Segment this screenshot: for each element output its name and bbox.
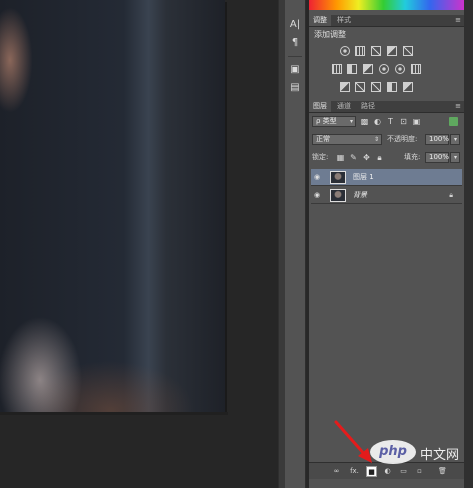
chevron-down-icon: ▾ xyxy=(453,136,457,143)
layer-name: 图层 1 xyxy=(353,173,374,181)
paragraph-panel-icon[interactable]: ¶ xyxy=(288,36,302,50)
layers-tabbar: 图层 通道 路径 ≡ xyxy=(309,101,464,113)
levels-icon[interactable] xyxy=(355,46,365,56)
shape-filter-icon[interactable]: ⊡ xyxy=(399,117,408,126)
lock-position-icon[interactable]: ✥ xyxy=(362,153,371,162)
panel-menu-icon[interactable]: ≡ xyxy=(455,16,461,25)
visibility-eye-icon[interactable]: ◉ xyxy=(314,191,323,199)
chevron-down-icon: ⇕ xyxy=(373,136,379,143)
smart-object-filter-icon[interactable]: ▣ xyxy=(412,117,421,126)
opacity-dropdown-button[interactable]: ▾ xyxy=(450,134,460,145)
chevron-down-icon: ▾ xyxy=(453,154,457,161)
link-layers-icon[interactable]: ∞ xyxy=(331,466,342,477)
color-ramp[interactable] xyxy=(309,0,464,10)
tab-layers[interactable]: 图层 xyxy=(309,101,331,112)
lock-transparency-icon[interactable]: ▦ xyxy=(336,153,345,162)
invert-icon[interactable] xyxy=(340,82,350,92)
watermark-logo: php xyxy=(370,440,416,464)
watermark: php 中文网 xyxy=(370,438,460,470)
blend-mode-select[interactable]: 正常 ⇕ xyxy=(312,134,382,145)
type-filter-icon[interactable]: T xyxy=(386,117,395,126)
right-edge-frame xyxy=(464,0,473,488)
lock-label: 锁定: xyxy=(312,153,329,161)
curves-icon[interactable] xyxy=(371,46,381,56)
blend-mode-value: 正常 xyxy=(316,135,330,143)
gradient-map-icon[interactable] xyxy=(387,82,397,92)
fx-icon[interactable]: fx. xyxy=(349,466,360,477)
tab-styles[interactable]: 样式 xyxy=(333,15,355,26)
layer-thumbnail xyxy=(330,189,346,202)
tab-adjustments[interactable]: 调整 xyxy=(309,15,331,26)
properties-panel-icon[interactable]: ▤ xyxy=(288,81,302,95)
strip-divider xyxy=(288,56,302,57)
adjustment-filter-icon[interactable]: ◐ xyxy=(373,117,382,126)
threshold-icon[interactable] xyxy=(371,82,381,92)
watermark-site-text: 中文网 xyxy=(420,448,460,463)
layer-thumbnail xyxy=(330,171,346,184)
lock-icon: 🔒︎ xyxy=(449,191,453,199)
fill-input[interactable]: 100% xyxy=(425,152,449,163)
canvas-scrollbar[interactable] xyxy=(278,0,285,488)
layer-row-layer-1[interactable]: ◉ 图层 1 xyxy=(311,169,462,186)
adjustments-tabbar: 调整 样式 ≡ xyxy=(309,15,464,27)
visibility-eye-icon[interactable]: ◉ xyxy=(314,173,323,181)
fill-label: 填充: xyxy=(404,153,421,161)
lock-all-icon[interactable]: 🔒︎ xyxy=(375,153,384,162)
fill-dropdown-button[interactable]: ▾ xyxy=(450,152,460,163)
document-image[interactable] xyxy=(0,0,225,412)
exposure-icon[interactable] xyxy=(387,46,397,56)
vibrance-icon[interactable] xyxy=(403,46,413,56)
chevron-down-icon: ▾ xyxy=(349,118,353,125)
adjustments-title: 添加调整 xyxy=(314,30,346,39)
fill-value: 100% xyxy=(429,153,450,161)
photo-filter-icon[interactable] xyxy=(379,64,389,74)
posterize-icon[interactable] xyxy=(355,82,365,92)
hue-saturation-icon[interactable] xyxy=(332,64,342,74)
document-canvas[interactable] xyxy=(0,0,278,488)
selective-color-icon[interactable] xyxy=(403,82,413,92)
lock-image-pixels-icon[interactable]: ✎ xyxy=(349,153,358,162)
opacity-label: 不透明度: xyxy=(387,135,418,143)
color-balance-icon[interactable] xyxy=(347,64,357,74)
canvas-shadow xyxy=(0,412,228,415)
color-lookup-icon[interactable] xyxy=(411,64,421,74)
channel-mixer-icon[interactable] xyxy=(395,64,405,74)
black-white-icon[interactable] xyxy=(363,64,373,74)
layer-name: 背景 xyxy=(353,191,367,199)
tab-channels[interactable]: 通道 xyxy=(333,101,355,112)
navigator-panel-icon[interactable]: ▣ xyxy=(288,63,302,77)
collapsed-panel-strip: A| ¶ ▣ ▤ xyxy=(285,0,306,488)
opacity-value: 100% xyxy=(429,135,450,143)
layer-row-background[interactable]: ◉ 背景 🔒︎ xyxy=(311,187,462,204)
filter-toggle-icon[interactable] xyxy=(449,117,458,126)
pixel-filter-icon[interactable]: ▩ xyxy=(360,117,369,126)
character-panel-icon[interactable]: A| xyxy=(288,18,302,32)
layers-panel-menu-icon[interactable]: ≡ xyxy=(455,102,461,111)
tab-paths[interactable]: 路径 xyxy=(357,101,379,112)
opacity-input[interactable]: 100% xyxy=(425,134,449,145)
layer-filter-label: ρ 类型 xyxy=(316,117,337,125)
layer-filter-select[interactable]: ρ 类型 ▾ xyxy=(312,116,356,127)
brightness-contrast-icon[interactable] xyxy=(340,46,350,56)
